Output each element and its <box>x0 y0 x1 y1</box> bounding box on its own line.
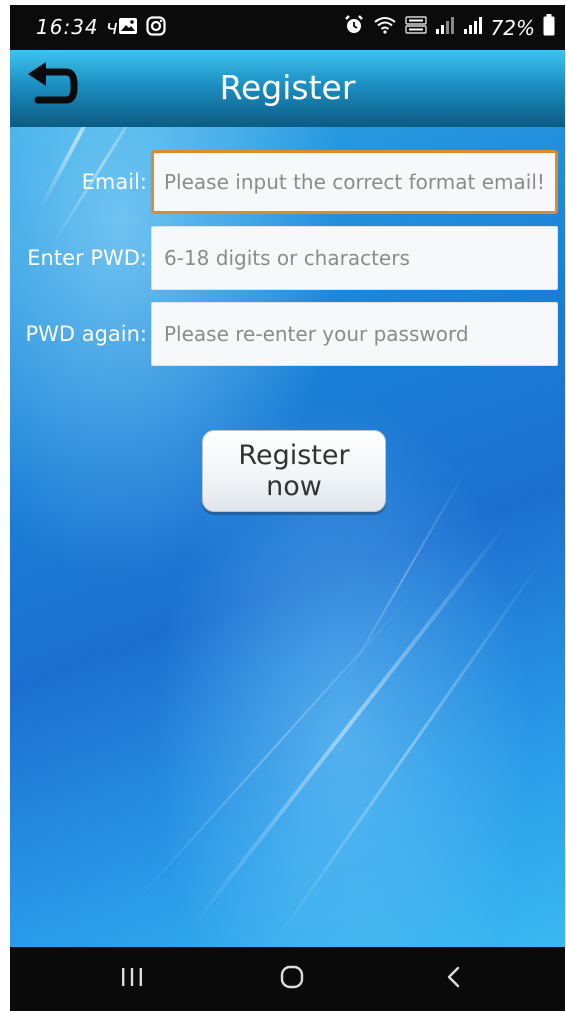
page-title: Register <box>219 68 356 107</box>
back-icon <box>444 965 464 993</box>
register-now-button[interactable]: Register now <box>202 430 386 512</box>
phone-screen: 16:34 ч. 72% Register Email: Please inpu… <box>10 5 565 1011</box>
app-header: Register <box>10 50 565 129</box>
password-again-row: PWD again: <box>10 302 565 366</box>
email-label: Email: <box>81 170 147 194</box>
password-again-label: PWD again: <box>25 322 147 346</box>
volte-icon <box>404 15 427 40</box>
battery-icon <box>543 14 555 41</box>
alarm-icon <box>343 15 365 40</box>
recent-apps-icon <box>119 966 145 992</box>
email-field[interactable] <box>151 150 558 214</box>
background-streak <box>188 518 512 931</box>
signal-icon <box>463 15 483 40</box>
home-icon <box>279 964 305 994</box>
instagram-icon <box>146 16 166 40</box>
signal-icon <box>435 15 455 40</box>
navigation-bar <box>10 947 565 1011</box>
status-bar: 16:34 ч. 72% <box>10 5 565 50</box>
status-notification-icons <box>118 16 166 40</box>
password-row: Enter PWD: <box>10 226 565 290</box>
battery-percentage: 72% <box>490 15 535 40</box>
background-streak <box>268 554 547 947</box>
gallery-icon <box>118 16 138 40</box>
password-again-field[interactable] <box>151 302 558 366</box>
home-button[interactable] <box>262 959 322 999</box>
email-row: Email: <box>10 150 565 214</box>
background-streak <box>129 595 412 909</box>
wifi-icon <box>373 15 397 40</box>
register-form-area: Email: Enter PWD: PWD again: Register no… <box>10 127 565 947</box>
status-right-group: 72% <box>343 14 555 41</box>
system-back-button[interactable] <box>424 959 484 999</box>
password-label: Enter PWD: <box>27 246 147 270</box>
recent-apps-button[interactable] <box>102 959 162 999</box>
status-time: 16:34 ч. <box>36 15 127 39</box>
password-field[interactable] <box>151 226 558 290</box>
